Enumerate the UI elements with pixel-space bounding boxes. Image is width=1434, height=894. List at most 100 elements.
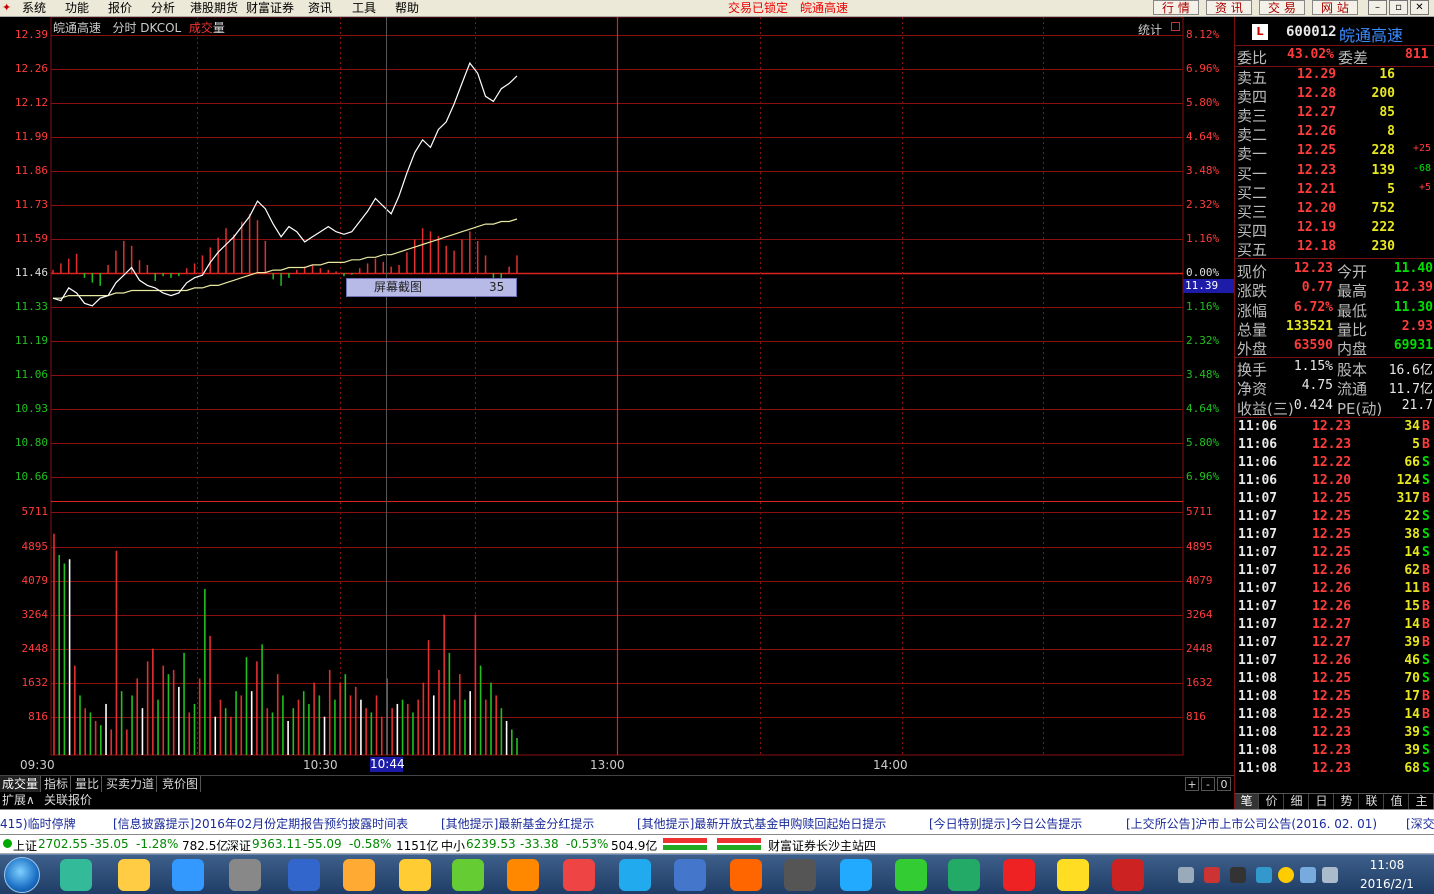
ask-row[interactable]: 卖二 12.26 8	[1235, 124, 1434, 144]
panel-tab[interactable]: 联	[1360, 794, 1384, 809]
menu-news[interactable]: 资讯	[308, 0, 332, 17]
tab-volume-ratio[interactable]: 量比	[73, 776, 103, 792]
tick-row[interactable]: 11:07 12.26 62 B	[1235, 563, 1434, 581]
tick-row[interactable]: 11:08 12.25 14 B	[1235, 707, 1434, 725]
tick-row[interactable]: 11:07 12.25 38 S	[1235, 527, 1434, 545]
app-store-icon[interactable]	[784, 859, 816, 891]
menu-quote[interactable]: 报价	[108, 0, 132, 17]
tab-related-quote[interactable]: 关联报价	[42, 792, 94, 808]
panel-tab[interactable]: 日	[1310, 794, 1334, 809]
menu-hk-futures[interactable]: 港股期货	[190, 0, 238, 17]
firefox-icon[interactable]	[507, 859, 539, 891]
tick-row[interactable]: 11:08 12.25 70 S	[1235, 671, 1434, 689]
tick-row[interactable]: 11:07 12.27 39 B	[1235, 635, 1434, 653]
tray-ime-icon[interactable]	[1256, 867, 1272, 883]
tick-row[interactable]: 11:06 12.23 34 B	[1235, 419, 1434, 437]
stats-label[interactable]: 统计	[1138, 21, 1162, 38]
media-icon[interactable]	[229, 859, 261, 891]
panel-tab[interactable]: 笔	[1235, 794, 1259, 809]
tray-flag-icon[interactable]	[1300, 867, 1316, 883]
tick-row[interactable]: 11:07 12.26 46 S	[1235, 653, 1434, 671]
tick-row[interactable]: 11:08 12.23 68 S	[1235, 761, 1434, 779]
tab-volume[interactable]: 成交量	[0, 776, 42, 792]
quote-button[interactable]: 行 情	[1153, 0, 1199, 15]
tray-antivirus-icon[interactable]	[1230, 867, 1246, 883]
tick-row[interactable]: 11:07 12.26 11 B	[1235, 581, 1434, 599]
tongdaxin-icon[interactable]	[1112, 859, 1144, 891]
trade-button[interactable]: 交 易	[1259, 0, 1305, 15]
menu-caifu-securities[interactable]: 财富证券	[246, 0, 294, 17]
ticker-item[interactable]: [其他提示]最新开放式基金申购赎回起始日提示	[637, 815, 886, 832]
minimize-button[interactable]: –	[1368, 0, 1387, 15]
qq-icon[interactable]	[619, 859, 651, 891]
tick-row[interactable]: 11:08 12.23 39 S	[1235, 743, 1434, 761]
panel-tab[interactable]: 价	[1260, 794, 1284, 809]
tick-row[interactable]: 11:08 12.23 39 S	[1235, 725, 1434, 743]
bid-row[interactable]: 买四 12.19 222	[1235, 220, 1434, 240]
ticker-item[interactable]: [上交所公告]沪市上市公司公告(2016. 02. 01)	[1126, 815, 1377, 832]
restore-button[interactable]: ▫	[1389, 0, 1408, 15]
360-icon[interactable]	[60, 859, 92, 891]
menu-system[interactable]: 系统	[22, 0, 46, 17]
tray-network-icon[interactable]	[1178, 867, 1194, 883]
tick-row[interactable]: 11:07 12.26 15 B	[1235, 599, 1434, 617]
zoom-in-button[interactable]: +	[1185, 777, 1199, 791]
tick-row[interactable]: 11:07 12.25 22 S	[1235, 509, 1434, 527]
chrome-icon[interactable]	[563, 859, 595, 891]
ticker-item[interactable]: [信息披露提示]2016年02月份定期报告预约披露时间表	[113, 815, 408, 832]
iqiyi-icon[interactable]	[895, 859, 927, 891]
menu-tools[interactable]: 工具	[352, 0, 376, 17]
folder-icon[interactable]	[118, 859, 150, 891]
clock-time[interactable]: 11:08	[1352, 858, 1422, 872]
tick-row[interactable]: 11:07 12.25 317 B	[1235, 491, 1434, 509]
news-button[interactable]: 资 讯	[1206, 0, 1252, 15]
zoom-reset-button[interactable]: 0	[1217, 777, 1231, 791]
menu-help[interactable]: 帮助	[395, 0, 419, 17]
tick-row[interactable]: 11:07 12.27 14 B	[1235, 617, 1434, 635]
ask-row[interactable]: 卖三 12.27 85	[1235, 105, 1434, 125]
tab-buy-sell-force[interactable]: 买卖力道	[104, 776, 158, 792]
bid-row[interactable]: 买五 12.18 230	[1235, 239, 1434, 259]
tick-row[interactable]: 11:06 12.22 66 S	[1235, 455, 1434, 473]
tick-row[interactable]: 11:06 12.20 124 S	[1235, 473, 1434, 491]
paper-plane-icon[interactable]	[730, 859, 762, 891]
panel-tab[interactable]: 值	[1385, 794, 1409, 809]
tray-app-icon[interactable]	[1204, 867, 1220, 883]
tray-volume-icon[interactable]	[1322, 867, 1338, 883]
tab-auction[interactable]: 竞价图	[160, 776, 202, 792]
ask-row[interactable]: 卖五 12.29 16	[1235, 67, 1434, 87]
bid-row[interactable]: 买一 12.23 139 -68	[1235, 163, 1434, 183]
kugou-icon[interactable]	[288, 859, 320, 891]
bid-row[interactable]: 买三 12.20 752	[1235, 201, 1434, 221]
baidu-cloud-icon[interactable]	[840, 859, 872, 891]
stats-toggle-icon[interactable]	[1171, 22, 1180, 31]
bid-row[interactable]: 买二 12.21 5 +5	[1235, 182, 1434, 202]
weibo-icon[interactable]	[343, 859, 375, 891]
panel-tab[interactable]: 细	[1285, 794, 1309, 809]
menu-function[interactable]: 功能	[65, 0, 89, 17]
tick-row[interactable]: 11:07 12.25 14 S	[1235, 545, 1434, 563]
menu-analysis[interactable]: 分析	[151, 0, 175, 17]
panel-tab[interactable]: 主	[1410, 794, 1434, 809]
excel-icon[interactable]	[948, 859, 980, 891]
intraday-chart[interactable]: 皖通高速 分时 DKCOL 成交量 统计 12.39 8.12% 12.26 6.96…	[0, 17, 1234, 775]
tab-indicator[interactable]: 指标	[42, 776, 72, 792]
tab-expand[interactable]: 扩展∧	[0, 792, 37, 808]
website-button[interactable]: 网 站	[1312, 0, 1358, 15]
ie-icon[interactable]	[172, 859, 204, 891]
ask-row[interactable]: 卖一 12.25 228 +25	[1235, 143, 1434, 163]
ticker-item[interactable]: [深交	[1406, 815, 1434, 832]
chrome-360-icon[interactable]	[452, 859, 484, 891]
start-button-icon[interactable]	[4, 857, 40, 893]
pptv-icon[interactable]	[674, 859, 706, 891]
tray-qq-icon[interactable]	[1278, 867, 1294, 883]
ticker-item[interactable]: [今日特别提示]今日公告提示	[929, 815, 1082, 832]
panel-tab[interactable]: 势	[1335, 794, 1359, 809]
zoom-out-button[interactable]: -	[1201, 777, 1215, 791]
ticker-item[interactable]: 415)临时停牌	[0, 815, 76, 832]
stock-s-icon[interactable]	[1057, 859, 1089, 891]
ticker-item[interactable]: [其他提示]最新基金分红提示	[441, 815, 594, 832]
bird-icon[interactable]	[399, 859, 431, 891]
tick-row[interactable]: 11:06 12.23 5 B	[1235, 437, 1434, 455]
flashget-icon[interactable]	[1003, 859, 1035, 891]
